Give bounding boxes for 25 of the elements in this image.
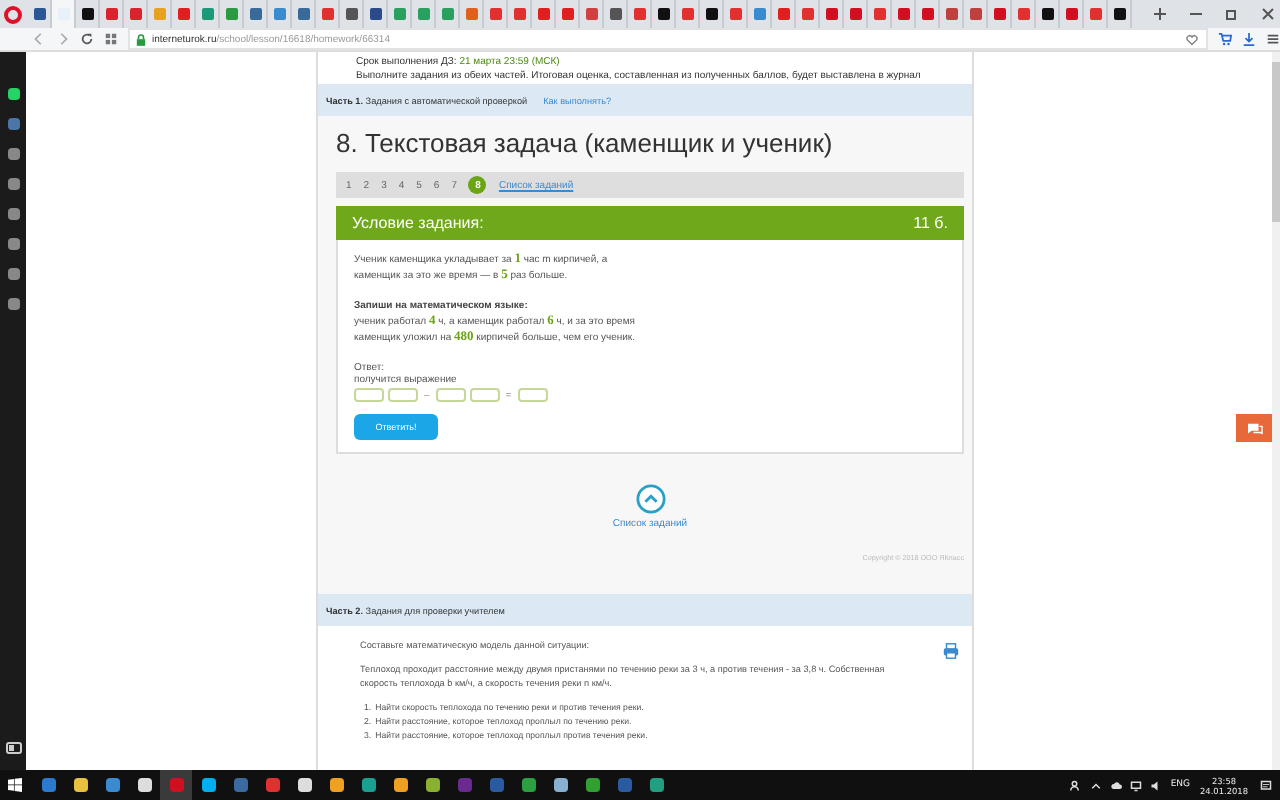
task-title: 8. Текстовая задача (каменщик и ученик) bbox=[336, 128, 835, 160]
scrollbar-thumb[interactable] bbox=[1272, 62, 1280, 222]
grid-icon[interactable] bbox=[104, 32, 118, 46]
chat-button[interactable] bbox=[1236, 414, 1272, 442]
people-icon[interactable] bbox=[1070, 779, 1083, 791]
lock-icon bbox=[136, 33, 146, 45]
cloud-icon[interactable] bbox=[1110, 779, 1123, 791]
reload-icon[interactable] bbox=[80, 32, 94, 46]
network-icon[interactable] bbox=[1130, 779, 1143, 791]
windows-start-icon[interactable] bbox=[8, 778, 22, 792]
printer-icon[interactable] bbox=[942, 642, 960, 660]
volume-icon[interactable] bbox=[1150, 779, 1163, 791]
toggle-icon[interactable] bbox=[5, 742, 21, 754]
opera-logo-icon[interactable] bbox=[4, 5, 22, 23]
restore-icon[interactable] bbox=[1224, 6, 1240, 22]
new-tab-icon[interactable] bbox=[1152, 6, 1168, 22]
chat-icon bbox=[1245, 421, 1263, 435]
close-icon[interactable] bbox=[1260, 6, 1276, 22]
cart-icon[interactable] bbox=[1218, 32, 1232, 46]
notifications-icon[interactable] bbox=[1260, 779, 1272, 791]
condition-title: Условие задания: bbox=[352, 214, 484, 232]
download-icon[interactable] bbox=[1242, 32, 1256, 46]
points-text: 11 б. bbox=[913, 214, 948, 232]
chevron-up-icon[interactable] bbox=[1090, 779, 1103, 791]
menu-icon[interactable] bbox=[1266, 32, 1280, 46]
